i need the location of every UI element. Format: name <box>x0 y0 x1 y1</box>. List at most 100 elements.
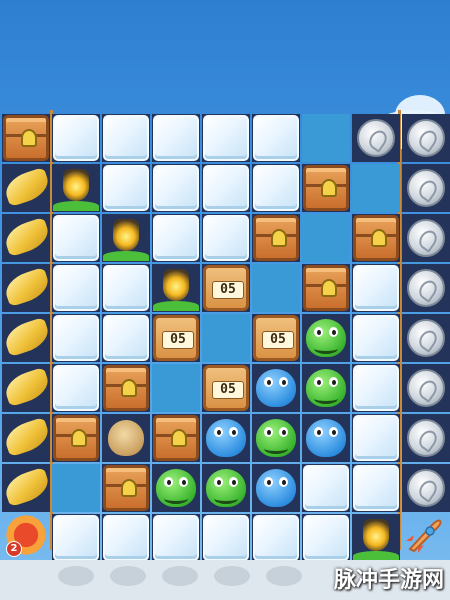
ice-block[interactable] <box>53 365 99 411</box>
booster-slot[interactable] <box>214 566 250 586</box>
jar-body <box>363 519 389 551</box>
ice-block[interactable] <box>153 515 199 561</box>
counter-crate[interactable]: 05 <box>253 315 299 361</box>
ice-block[interactable] <box>53 215 99 261</box>
silver-coin-icon[interactable] <box>403 365 449 411</box>
sunflower-booster[interactable]: 2 <box>4 513 48 557</box>
ice-block[interactable] <box>353 365 399 411</box>
blue-hippo-icon[interactable] <box>256 369 296 407</box>
silver-coin-icon[interactable] <box>403 265 449 311</box>
ice-block[interactable] <box>303 465 349 511</box>
green-frog-icon[interactable] <box>306 369 346 407</box>
banana-icon[interactable] <box>1 365 53 411</box>
silver-coin-icon[interactable] <box>403 315 449 361</box>
glowing-jar-icon[interactable] <box>353 515 399 561</box>
ice-block[interactable] <box>353 315 399 361</box>
silver-coin-icon[interactable] <box>403 215 449 261</box>
ice-block[interactable] <box>153 215 199 261</box>
lock-icon <box>371 229 387 247</box>
treasure-chest-icon[interactable] <box>153 415 199 461</box>
treasure-chest-icon[interactable] <box>253 215 299 261</box>
banana-shape <box>1 266 53 308</box>
counter-crate[interactable]: 05 <box>203 265 249 311</box>
lock-icon <box>271 229 287 247</box>
banana-icon[interactable] <box>1 315 53 361</box>
glowing-jar-icon[interactable] <box>153 265 199 311</box>
lock-icon <box>71 429 87 447</box>
glowing-jar-icon[interactable] <box>53 165 99 211</box>
rocket-booster[interactable] <box>404 515 444 555</box>
coin-shape <box>407 269 445 307</box>
water-tile <box>52 464 100 512</box>
banana-icon[interactable] <box>1 415 53 461</box>
green-frog-icon[interactable] <box>256 419 296 457</box>
ice-block[interactable] <box>153 165 199 211</box>
ice-block[interactable] <box>53 115 99 161</box>
green-frog-icon[interactable] <box>156 469 196 507</box>
mouth <box>314 393 338 404</box>
ice-block[interactable] <box>253 115 299 161</box>
eye <box>314 427 323 437</box>
rocket-icon <box>406 519 442 553</box>
banana-icon[interactable] <box>1 215 53 261</box>
ice-block[interactable] <box>103 165 149 211</box>
ice-block[interactable] <box>253 515 299 561</box>
silver-coin-icon[interactable] <box>353 115 399 161</box>
silver-coin-icon[interactable] <box>403 115 449 161</box>
silver-coin-icon[interactable] <box>403 465 449 511</box>
silver-coin-icon[interactable] <box>403 165 449 211</box>
lock-icon <box>321 179 337 197</box>
green-frog-icon[interactable] <box>206 469 246 507</box>
treasure-chest-icon[interactable] <box>353 215 399 261</box>
ice-block[interactable] <box>353 465 399 511</box>
treasure-chest-icon[interactable] <box>303 265 349 311</box>
ice-block[interactable] <box>203 215 249 261</box>
banana-icon[interactable] <box>1 165 53 211</box>
blue-hippo-icon[interactable] <box>206 419 246 457</box>
banana-icon[interactable] <box>1 265 53 311</box>
silver-coin-icon[interactable] <box>403 415 449 461</box>
ice-block[interactable] <box>153 115 199 161</box>
ice-block[interactable] <box>103 315 149 361</box>
mouth <box>214 493 238 504</box>
water-tile <box>302 214 350 262</box>
booster-slot[interactable] <box>110 566 146 586</box>
treasure-chest-icon[interactable] <box>3 115 49 161</box>
eye <box>264 427 273 437</box>
blue-hippo-icon[interactable] <box>256 469 296 507</box>
nut-icon[interactable] <box>108 420 144 456</box>
counter-crate[interactable]: 05 <box>203 365 249 411</box>
ice-block[interactable] <box>203 515 249 561</box>
ice-block[interactable] <box>203 165 249 211</box>
eye <box>329 377 338 387</box>
ice-block[interactable] <box>303 515 349 561</box>
glowing-jar-icon[interactable] <box>103 215 149 261</box>
eye <box>279 377 288 387</box>
treasure-chest-icon[interactable] <box>103 365 149 411</box>
sunflower-count-badge: 2 <box>6 541 22 557</box>
ice-block[interactable] <box>53 265 99 311</box>
green-frog-icon[interactable] <box>306 319 346 357</box>
banana-icon[interactable] <box>1 465 53 511</box>
blue-hippo-icon[interactable] <box>306 419 346 457</box>
ice-block[interactable] <box>53 315 99 361</box>
ice-block[interactable] <box>103 265 149 311</box>
ice-block[interactable] <box>53 515 99 561</box>
treasure-chest-icon[interactable] <box>103 465 149 511</box>
eye <box>314 377 323 387</box>
booster-slot[interactable] <box>162 566 198 586</box>
treasure-chest-icon[interactable] <box>53 415 99 461</box>
booster-slot[interactable] <box>266 566 302 586</box>
eye <box>279 477 288 487</box>
ice-block[interactable] <box>103 515 149 561</box>
ice-block[interactable] <box>103 115 149 161</box>
coin-shape <box>407 419 445 457</box>
ice-block[interactable] <box>253 165 299 211</box>
counter-crate[interactable]: 05 <box>153 315 199 361</box>
ice-block[interactable] <box>203 115 249 161</box>
ice-block[interactable] <box>353 265 399 311</box>
booster-slot[interactable] <box>58 566 94 586</box>
ice-block[interactable] <box>353 415 399 461</box>
eye <box>329 427 338 437</box>
treasure-chest-icon[interactable] <box>303 165 349 211</box>
